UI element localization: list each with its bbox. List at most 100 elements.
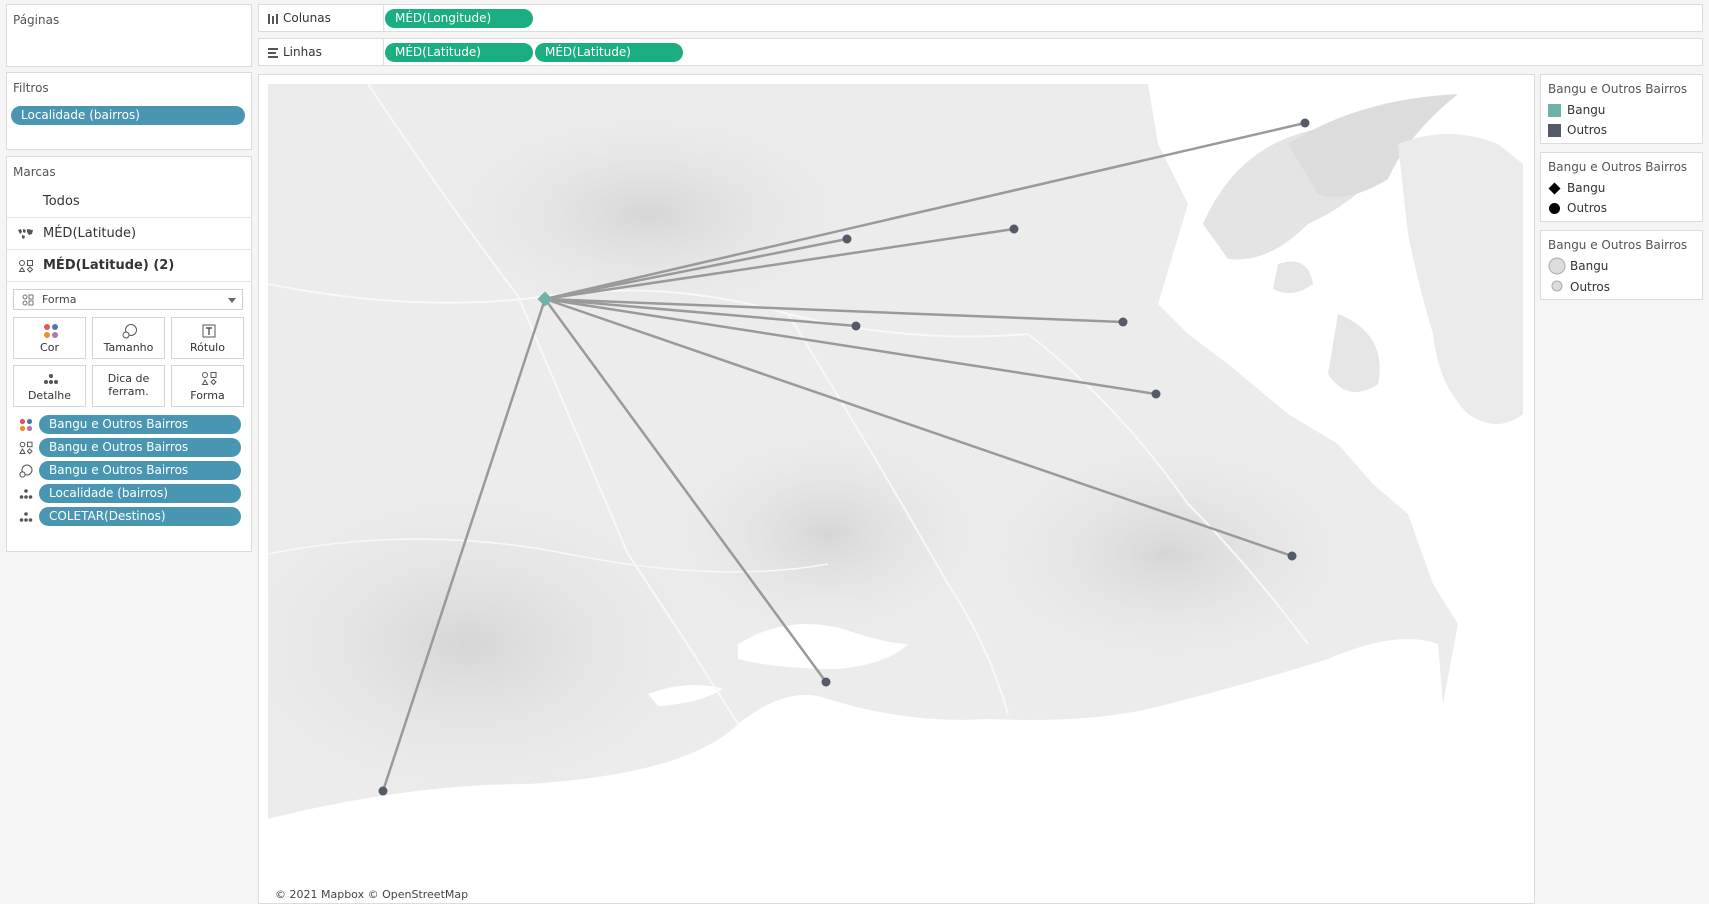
rows-shelf-label: Linhas — [283, 45, 322, 59]
size-legend-item-bangu[interactable]: Bangu — [1548, 257, 1698, 275]
destination-marker[interactable] — [1009, 224, 1019, 234]
color-dots-icon — [19, 418, 33, 432]
shape-legend-label: Outros — [1567, 201, 1608, 215]
pages-card[interactable]: Páginas — [6, 4, 252, 67]
tooltip-label-line2: ferram. — [108, 385, 149, 398]
map-terrain — [968, 434, 1368, 674]
size-icon — [122, 324, 137, 339]
marks-title: Marcas — [13, 165, 56, 179]
encoding-pill[interactable]: Bangu e Outros Bairros — [39, 438, 241, 457]
destination-marker[interactable] — [842, 234, 852, 244]
size-legend-item-outros[interactable]: Outros — [1548, 278, 1698, 296]
encoding-shape: Bangu e Outros Bairros — [17, 438, 243, 458]
marks-row-all[interactable]: Todos — [7, 187, 251, 218]
color-legend-label: Outros — [1567, 123, 1608, 137]
marks-row-label: Todos — [43, 194, 80, 209]
pages-title: Páginas — [13, 13, 60, 27]
detail-icon — [19, 512, 33, 522]
tooltip-label-line1: Dica de — [107, 372, 150, 385]
size-legend-label: Outros — [1570, 280, 1611, 294]
color-tile[interactable]: Cor — [13, 317, 86, 359]
color-legend-title: Bangu e Outros Bairros — [1548, 82, 1688, 96]
map-canvas[interactable] — [268, 84, 1523, 894]
circle-icon — [1549, 203, 1560, 214]
shape-legend-title: Bangu e Outros Bairros — [1548, 160, 1688, 174]
encoding-color: Bangu e Outros Bairros — [17, 415, 243, 435]
encoding-pill[interactable]: Bangu e Outros Bairros — [39, 461, 241, 480]
size-legend-title: Bangu e Outros Bairros — [1548, 238, 1688, 252]
large-circle-icon — [1548, 257, 1566, 275]
diamond-icon — [1548, 182, 1561, 195]
shape-icon — [18, 260, 34, 273]
detail-icon — [19, 489, 33, 499]
shape-legend-item-outros[interactable]: Outros — [1548, 199, 1698, 217]
shape-legend-item-bangu[interactable]: Bangu — [1548, 179, 1698, 197]
shape-icon — [19, 441, 33, 455]
chevron-down-icon — [228, 298, 236, 303]
marks-row-latitude-2[interactable]: MÉD(Latitude) (2) — [7, 251, 251, 282]
filter-pill-localidade[interactable]: Localidade (bairros) — [11, 106, 245, 125]
size-legend-label: Bangu — [1570, 259, 1609, 273]
shape-icon — [22, 294, 34, 306]
text-label-icon — [202, 324, 216, 338]
destination-marker[interactable] — [1118, 317, 1128, 327]
destination-marker[interactable] — [1300, 118, 1310, 128]
filters-card: Filtros Localidade (bairros) — [6, 72, 252, 150]
tooltip-tile-label: Dica de ferram. — [93, 372, 164, 398]
color-legend: Bangu e Outros Bairros Bangu Outros — [1540, 74, 1703, 144]
rows-shelf[interactable]: Linhas MÉD(Latitude) MÉD(Latitude) — [258, 38, 1703, 66]
size-legend: Bangu e Outros Bairros Bangu Outros — [1540, 230, 1703, 300]
map-attribution[interactable]: © 2021 Mapbox © OpenStreetMap — [273, 888, 471, 901]
rows-pill-latitude-2[interactable]: MÉD(Latitude) — [535, 43, 683, 62]
shape-tile[interactable]: Forma — [171, 365, 244, 407]
destination-marker[interactable] — [821, 677, 831, 687]
map-view: © 2021 Mapbox © OpenStreetMap — [258, 74, 1535, 904]
rows-pill-latitude[interactable]: MÉD(Latitude) — [385, 43, 533, 62]
shape-legend: Bangu e Outros Bairros Bangu Outros — [1540, 152, 1703, 222]
encoding-size: Bangu e Outros Bairros — [17, 461, 243, 481]
detail-icon — [44, 374, 58, 384]
shelf-divider — [383, 39, 384, 65]
encoding-detail: Localidade (bairros) — [17, 484, 243, 504]
encoding-pill[interactable]: COLETAR(Destinos) — [39, 507, 241, 526]
small-circle-icon — [1551, 280, 1563, 292]
destination-marker[interactable] — [378, 786, 388, 796]
size-tile[interactable]: Tamanho — [92, 317, 165, 359]
color-tile-label: Cor — [40, 341, 59, 354]
destination-marker[interactable] — [851, 321, 861, 331]
detail-tile[interactable]: Detalhe — [13, 365, 86, 407]
columns-shelf[interactable]: Colunas MÉD(Longitude) — [258, 4, 1703, 32]
shape-legend-label: Bangu — [1567, 181, 1606, 195]
color-swatch — [1548, 124, 1561, 137]
detail-tile-label: Detalhe — [27, 389, 72, 402]
map-terrain — [658, 424, 998, 644]
encoding-pill[interactable]: Bangu e Outros Bairros — [39, 415, 241, 434]
color-dots-icon — [44, 324, 58, 338]
columns-icon — [268, 14, 278, 24]
destination-marker[interactable] — [1151, 389, 1161, 399]
encoding-pill[interactable]: Localidade (bairros) — [39, 484, 241, 503]
marks-row-latitude[interactable]: MÉD(Latitude) — [7, 219, 251, 250]
shelf-divider — [383, 5, 384, 31]
mark-type-dropdown[interactable]: Forma — [13, 289, 243, 310]
color-legend-item-bangu[interactable]: Bangu — [1548, 101, 1698, 119]
label-tile[interactable]: Rótulo — [171, 317, 244, 359]
destination-marker[interactable] — [1287, 551, 1297, 561]
color-legend-item-outros[interactable]: Outros — [1548, 121, 1698, 139]
filters-title: Filtros — [13, 81, 49, 95]
tooltip-tile[interactable]: Dica de ferram. — [92, 365, 165, 407]
marks-card: Marcas Todos MÉD(Latitude) MÉD(Latitude)… — [6, 156, 252, 552]
marks-row-label: MÉD(Latitude) — [43, 226, 137, 241]
size-tile-label: Tamanho — [103, 341, 154, 354]
color-legend-label: Bangu — [1567, 103, 1606, 117]
shape-tile-label: Forma — [190, 389, 225, 402]
columns-pill-longitude[interactable]: MÉD(Longitude) — [385, 9, 533, 28]
shape-icon — [201, 372, 217, 386]
size-icon — [19, 464, 33, 478]
mark-type-label: Forma — [42, 293, 77, 306]
encoding-detail: COLETAR(Destinos) — [17, 507, 243, 527]
columns-shelf-label: Colunas — [283, 11, 331, 25]
label-tile-label: Rótulo — [190, 341, 225, 354]
marks-row-label: MÉD(Latitude) (2) — [43, 258, 175, 273]
map-icon — [18, 229, 33, 239]
